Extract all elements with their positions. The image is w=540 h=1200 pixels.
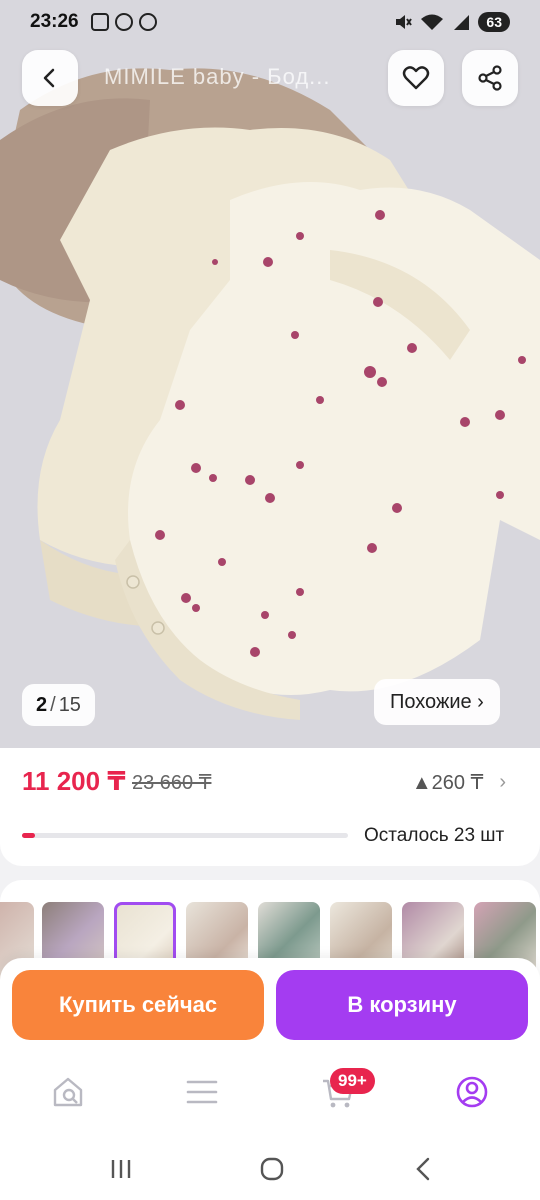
recent-apps-button[interactable] — [106, 1154, 136, 1184]
product-title: MIMILE baby - Бод... — [104, 64, 331, 89]
image-separator: / — [50, 693, 56, 716]
old-price: 23 660 ₸ — [132, 772, 212, 794]
system-navigation — [0, 1136, 540, 1200]
wifi-icon — [421, 14, 444, 30]
nav-profile[interactable] — [452, 1072, 492, 1112]
price-card: 11 200 ₸ 23 660 ₸ ▲260 ₸ › Осталось 23 ш… — [0, 748, 540, 866]
image-index: 2 — [36, 693, 48, 716]
battery-indicator: 63 — [478, 12, 510, 32]
product-screen: 23:26 63 MIMILE baby - Бод... 2 / 15 Пох… — [0, 0, 540, 1200]
home-search-icon — [53, 1077, 83, 1107]
notification-icons — [90, 13, 157, 31]
remaining-stock: Осталось 23 шт — [364, 825, 505, 846]
chevron-left-icon — [43, 68, 55, 88]
stock-progress-fill — [22, 833, 36, 838]
chevron-right-icon: › — [499, 771, 506, 793]
status-bar: 23:26 63 — [0, 0, 540, 44]
recent-apps-icon — [111, 1160, 131, 1178]
moon-icon — [138, 13, 157, 31]
catalog-menu-icon — [186, 1080, 218, 1104]
buy-now-button[interactable]: Купить сейчас — [12, 970, 264, 1040]
home-button[interactable] — [257, 1154, 287, 1184]
bonus-points[interactable]: ▲260 ₸ › — [412, 770, 506, 795]
mute-icon — [396, 15, 413, 29]
whatsapp-icon — [114, 13, 133, 31]
favorite-button[interactable] — [388, 50, 444, 106]
heart-icon — [402, 66, 430, 90]
nav-home[interactable] — [48, 1072, 88, 1112]
system-back-button[interactable] — [408, 1154, 438, 1184]
system-status: 63 — [394, 12, 510, 32]
back-arrow-icon — [416, 1157, 430, 1181]
share-icon — [478, 65, 502, 91]
status-time: 23:26 — [30, 11, 79, 32]
cart-badge: 99+ — [330, 1068, 375, 1094]
purchase-actions: Купить сейчас В корзину — [0, 958, 540, 1050]
bottom-navigation: 99+ — [0, 1050, 540, 1136]
nav-catalog[interactable] — [182, 1072, 222, 1112]
current-price: 11 200 ₸ — [22, 766, 126, 796]
similar-button[interactable]: Похожие › — [374, 679, 500, 725]
add-to-cart-button[interactable]: В корзину — [276, 970, 528, 1040]
image-counter: 2 / 15 — [22, 684, 95, 726]
profile-icon — [456, 1076, 488, 1108]
share-button[interactable] — [462, 50, 518, 106]
bonus-value: ▲260 ₸ — [411, 772, 484, 794]
image-total: 15 — [58, 693, 81, 716]
stock-progress — [22, 833, 348, 838]
signal-icon — [454, 15, 470, 30]
message-icon — [90, 13, 109, 31]
back-button[interactable] — [22, 50, 78, 106]
product-image[interactable] — [0, 0, 540, 748]
bodysuit-photo — [0, 0, 540, 748]
home-circle-icon — [260, 1157, 284, 1181]
similar-label: Похожие › — [390, 690, 484, 713]
